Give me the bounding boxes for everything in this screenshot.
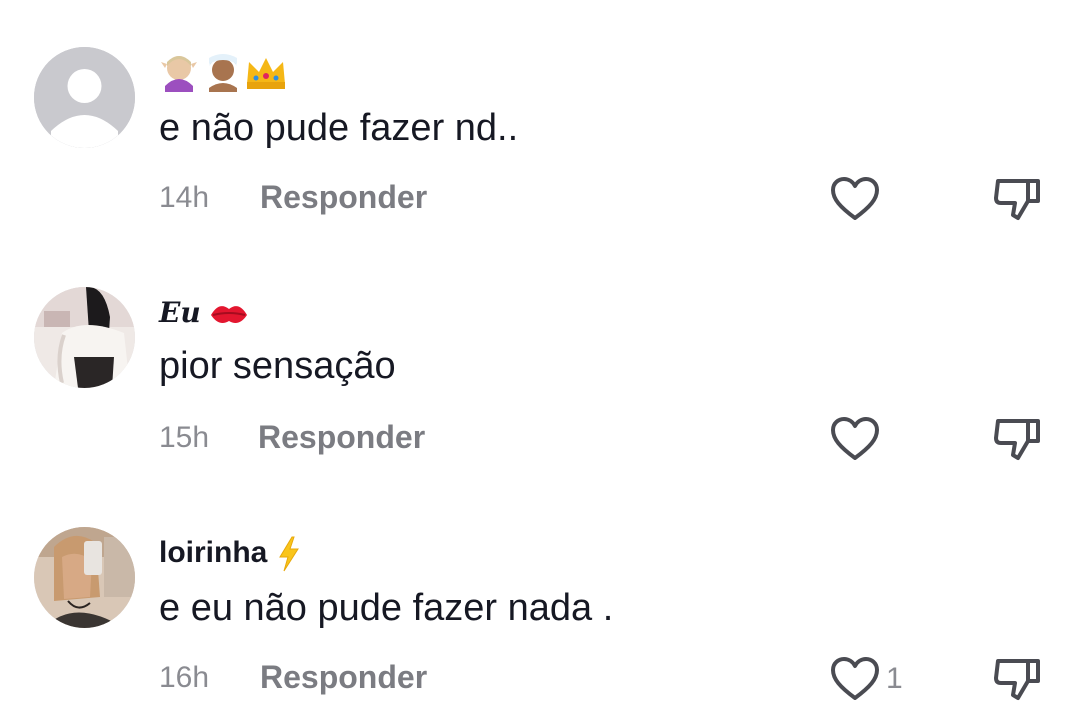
user-photo <box>34 527 135 628</box>
like-count: 1 <box>886 662 903 695</box>
comment-time: 15h <box>159 421 210 454</box>
heart-icon <box>831 417 879 460</box>
avatar-photo[interactable] <box>34 287 135 388</box>
reply-button[interactable]: Responder <box>260 657 427 697</box>
dislike-button[interactable] <box>992 655 1042 703</box>
heart-icon <box>831 177 879 220</box>
person-in-steamy-room-emoji <box>209 54 237 92</box>
comment-item: loirinha e eu não pude fazer nada . 16h … <box>0 480 1080 720</box>
comment-text: pior sensação <box>159 345 396 387</box>
thumbs-down-icon <box>994 659 1040 700</box>
heart-icon <box>831 657 879 700</box>
lightning-emoji <box>278 536 299 572</box>
comment-time: 16h <box>159 661 210 694</box>
username-text: Eu <box>159 296 201 329</box>
comment-item: Eu pior sensação 15h Responder <box>0 240 1080 480</box>
reply-button[interactable]: Responder <box>260 177 427 217</box>
elf-woman-emoji <box>161 56 197 92</box>
avatar-default[interactable] <box>34 47 135 148</box>
user-photo <box>34 287 135 388</box>
thumbs-down-icon <box>994 179 1040 220</box>
username-emojis[interactable] <box>159 50 289 94</box>
default-user-icon <box>34 47 135 148</box>
avatar-photo[interactable] <box>34 527 135 628</box>
comment-time: 14h <box>159 181 210 214</box>
crown-emoji <box>247 58 285 89</box>
like-button[interactable] <box>830 416 880 462</box>
thumbs-down-icon <box>994 419 1040 460</box>
reply-button[interactable]: Responder <box>258 417 425 457</box>
comment-text: e não pude fazer nd.. <box>159 107 519 149</box>
username[interactable]: Eu <box>159 292 249 334</box>
username[interactable]: loirinha <box>159 532 302 574</box>
comment-item: e não pude fazer nd.. 14h Responder <box>0 0 1080 240</box>
dislike-button[interactable] <box>992 415 1042 463</box>
comment-text: e eu não pude fazer nada . <box>159 587 614 629</box>
username-text: loirinha <box>159 536 268 569</box>
dislike-button[interactable] <box>992 175 1042 223</box>
like-button[interactable] <box>830 176 880 222</box>
like-button[interactable] <box>830 656 880 702</box>
kiss-mark-emoji <box>211 306 248 324</box>
